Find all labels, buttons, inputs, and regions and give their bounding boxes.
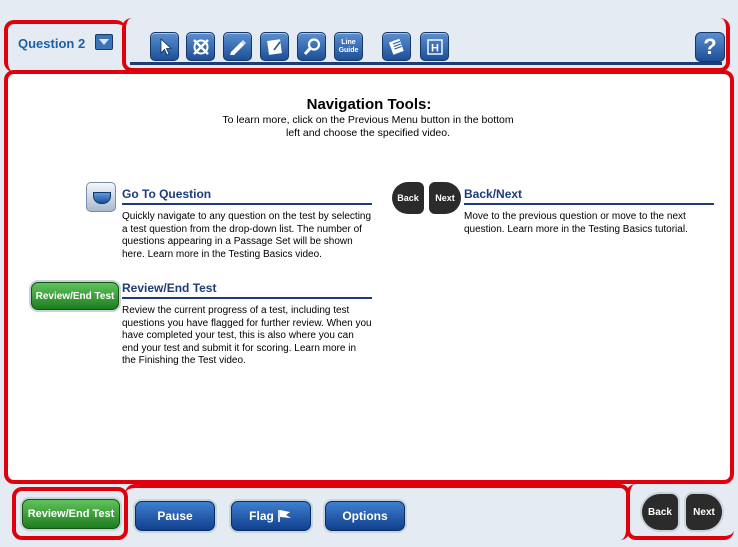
notepad-tool-button[interactable]: [260, 32, 289, 61]
review-end-test-icon: Review/End Test: [31, 282, 119, 310]
chevron-down-icon[interactable]: [95, 34, 113, 50]
pointer-icon: [160, 37, 172, 56]
question-selector[interactable]: Question 2: [4, 20, 126, 72]
eliminator-tool-button[interactable]: [186, 32, 215, 61]
line-guide-label-line2: Guide: [338, 46, 359, 54]
pause-button[interactable]: Pause: [135, 501, 215, 531]
help-button[interactable]: ?: [695, 32, 725, 62]
highlighter-tool-button[interactable]: [223, 32, 252, 61]
back-icon: Back: [392, 182, 424, 214]
question-selector-label[interactable]: Question 2: [18, 36, 85, 51]
toolbar-divider: [130, 62, 722, 65]
main-panel: Navigation Tools: To learn more, click o…: [4, 70, 734, 484]
svg-text:H: H: [431, 42, 439, 54]
top-bar: Question 2 Line Guide H ?: [0, 0, 738, 72]
page-subtitle: To learn more, click on the Previous Men…: [222, 114, 514, 139]
toolbar: Line Guide H ?: [122, 18, 730, 72]
highlighter-icon: [229, 39, 246, 55]
flag-button-label: Flag: [249, 509, 274, 523]
go-to-question-icon: [86, 182, 116, 212]
line-guide-tool-button[interactable]: Line Guide: [334, 32, 363, 61]
back-button[interactable]: Back: [642, 494, 678, 530]
eliminate-icon: [192, 38, 209, 55]
page-title: Navigation Tools:: [306, 96, 432, 113]
line-guide-label-line1: Line: [341, 38, 356, 46]
next-icon: Next: [429, 182, 461, 214]
line-guide-icon: Line Guide: [339, 39, 359, 55]
bottom-nav-group: Back Next: [626, 484, 734, 540]
go-to-question-heading: Go To Question: [122, 187, 372, 205]
reference-sheet-icon: [388, 38, 404, 55]
review-end-heading: Review/End Test: [122, 281, 372, 299]
flag-button[interactable]: Flag: [231, 501, 311, 531]
bottom-review-group: Review/End Test: [12, 487, 128, 540]
back-next-heading: Back/Next: [464, 187, 714, 205]
magnifier-tool-button[interactable]: [297, 32, 326, 61]
notepad-icon: [266, 38, 282, 55]
formula-sheet-tool-button[interactable]: H: [420, 32, 449, 61]
review-end-section: Review/End Test Review the current progr…: [122, 281, 372, 368]
formula-sheet-icon: H: [426, 38, 443, 55]
magnifier-icon: [303, 37, 320, 55]
pointer-tool-button[interactable]: [150, 32, 179, 61]
go-to-question-section: Go To Question Quickly navigate to any q…: [122, 187, 372, 261]
back-next-section: Back/Next Move to the previous question …: [464, 187, 714, 236]
reference-sheet-tool-button[interactable]: [382, 32, 411, 61]
options-button[interactable]: Options: [325, 501, 405, 531]
go-to-question-body: Quickly navigate to any question on the …: [122, 211, 372, 260]
next-button[interactable]: Next: [686, 494, 722, 530]
bottom-tools-group: Pause Flag Options: [125, 484, 630, 540]
flag-icon: [278, 510, 291, 522]
back-next-body: Move to the previous question or move to…: [464, 211, 688, 235]
review-end-body: Review the current progress of a test, i…: [122, 305, 372, 366]
review-end-test-button[interactable]: Review/End Test: [22, 499, 120, 529]
